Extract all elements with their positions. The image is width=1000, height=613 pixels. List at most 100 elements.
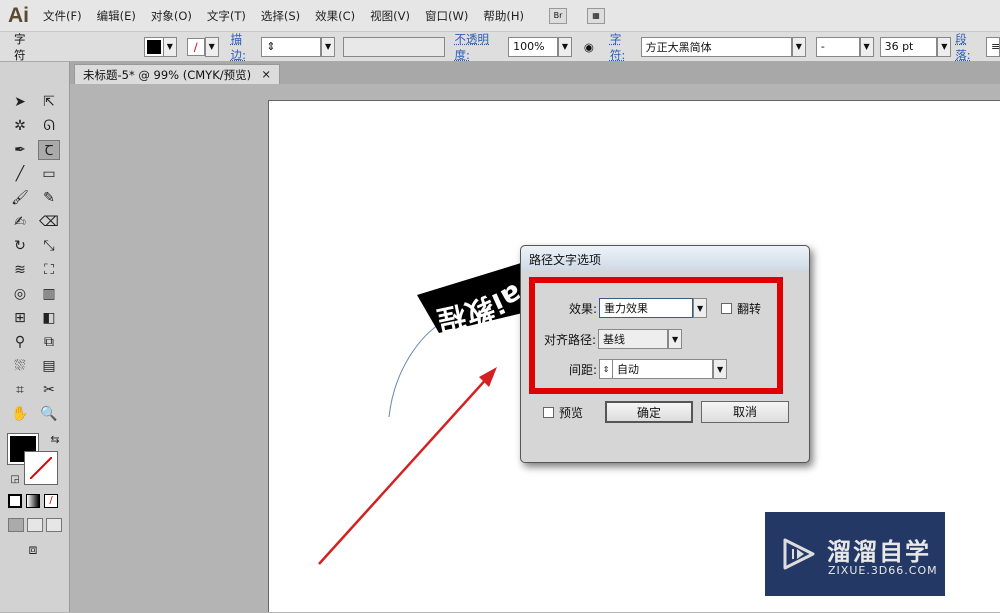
symbol-sprayer-tool-icon[interactable]: ⛆ xyxy=(9,356,31,376)
paintbrush-tool-icon[interactable]: 🖌 xyxy=(9,188,31,208)
opacity-label[interactable]: 不透明度: xyxy=(455,31,505,63)
brush-dropdown xyxy=(343,36,445,57)
effect-dropdown[interactable]: ▼ xyxy=(693,298,708,318)
shape-builder-tool-icon[interactable]: ◎ xyxy=(9,284,31,304)
draw-behind-icon[interactable] xyxy=(27,518,43,532)
opacity-input[interactable]: 100% xyxy=(508,36,558,57)
eraser-tool-icon[interactable]: ⌫ xyxy=(38,212,60,232)
pencil-tool-icon[interactable]: ✎ xyxy=(38,188,60,208)
ok-button[interactable]: 确定 xyxy=(605,401,693,423)
hand-tool-icon[interactable]: ✋ xyxy=(9,404,31,424)
draw-inside-icon[interactable] xyxy=(46,518,62,532)
font-family-input[interactable]: 方正大黑简体 xyxy=(640,36,792,57)
default-colors-icon[interactable]: ◲ xyxy=(4,470,26,490)
zoom-tool-icon[interactable]: 🔍 xyxy=(38,404,60,424)
screen-mode-icon[interactable]: ⧈ xyxy=(22,540,44,560)
graph-tool-icon[interactable]: ▤ xyxy=(38,356,60,376)
type-on-path-options-dialog: 路径文字选项 效果: 重力效果 ▼ 翻转 对齐路径: 基线 ▼ 间距: ⇕ 自动 ▼ … xyxy=(520,245,810,463)
pen-tool-icon[interactable]: ✒ xyxy=(9,140,31,160)
slice-tool-icon[interactable]: ✂ xyxy=(38,380,60,400)
stroke-dropdown[interactable]: ▼ xyxy=(204,36,219,57)
cancel-button[interactable]: 取消 xyxy=(701,401,789,423)
preview-checkbox[interactable] xyxy=(543,407,554,418)
menu-edit[interactable]: 编辑(E) xyxy=(97,8,136,24)
text-path[interactable] xyxy=(388,320,445,418)
app-logo: Ai xyxy=(8,3,29,27)
font-style-input[interactable]: - xyxy=(815,36,860,57)
watermark-name: 溜溜自学 xyxy=(827,538,931,566)
stroke-weight-input[interactable]: ⇕ xyxy=(261,36,322,57)
free-transform-tool-icon[interactable]: ⛶ xyxy=(38,260,60,280)
align-path-label: 对齐路径: xyxy=(544,332,597,347)
stroke-weight-dropdown[interactable]: ▼ xyxy=(321,36,335,57)
menu-type[interactable]: 文字(T) xyxy=(207,8,246,24)
menu-file[interactable]: 文件(F) xyxy=(43,8,82,24)
line-tool-icon[interactable]: ╱ xyxy=(9,164,31,184)
none-mode-icon[interactable]: / xyxy=(44,494,58,508)
eyedropper-tool-icon[interactable]: ⚲ xyxy=(9,332,31,352)
font-size-input[interactable]: 36 pt xyxy=(879,36,938,57)
perspective-grid-tool-icon[interactable]: ▥ xyxy=(38,284,60,304)
menu-window[interactable]: 窗口(W) xyxy=(425,8,468,24)
blob-brush-tool-icon[interactable]: ✍ xyxy=(9,212,31,232)
paragraph-label[interactable]: 段落: xyxy=(955,31,982,63)
warp-tool-icon[interactable]: ≋ xyxy=(9,260,31,280)
draw-mode-buttons xyxy=(8,518,62,532)
font-style-dropdown[interactable]: ▼ xyxy=(859,36,874,57)
stroke-swatch-none-icon[interactable]: / xyxy=(186,37,205,56)
magic-wand-tool-icon[interactable]: ✲ xyxy=(9,116,31,136)
menu-object[interactable]: 对象(O) xyxy=(151,8,192,24)
color-mode-icon[interactable] xyxy=(8,494,22,508)
align-left-icon[interactable]: ≡ xyxy=(985,36,1000,57)
flip-label: 翻转 xyxy=(737,301,762,316)
blend-tool-icon[interactable]: ⧉ xyxy=(38,332,60,352)
align-path-dropdown[interactable]: ▼ xyxy=(668,329,683,349)
rectangle-tool-icon[interactable]: ▭ xyxy=(38,164,60,184)
artboard-tool-icon[interactable]: ⌗ xyxy=(9,380,31,400)
rotate-tool-icon[interactable]: ↻ xyxy=(9,236,31,256)
align-path-select[interactable]: 基线 xyxy=(598,329,669,349)
workspace-switcher-icon[interactable]: ▦ xyxy=(586,7,605,24)
document-tab[interactable]: 未标题-5* @ 99% (CMYK/预览) × xyxy=(74,64,280,84)
control-bar: 字符 ▼ / ▼ 描边: ⇕ ▼ 不透明度: 100% ▼ ◉ 字符: 方正大黑简体 ▼… xyxy=(0,32,1000,62)
preview-label: 预览 xyxy=(559,406,584,420)
opacity-dropdown[interactable]: ▼ xyxy=(557,36,572,57)
direct-selection-tool-icon[interactable]: ⇱ xyxy=(38,92,60,112)
font-family-dropdown[interactable]: ▼ xyxy=(791,36,806,57)
stroke-label[interactable]: 描边: xyxy=(231,31,258,63)
menu-help[interactable]: 帮助(H) xyxy=(483,8,524,24)
scale-tool-icon[interactable]: ⤡ xyxy=(38,236,60,256)
draw-normal-icon[interactable] xyxy=(8,518,24,532)
color-mode-buttons: / xyxy=(8,494,58,508)
gradient-tool-icon[interactable]: ◧ xyxy=(38,308,60,328)
red-arrow xyxy=(318,375,490,565)
gradient-mode-icon[interactable] xyxy=(26,494,40,508)
fill-dropdown[interactable]: ▼ xyxy=(162,36,177,57)
play-logo-icon xyxy=(783,538,815,570)
menu-view[interactable]: 视图(V) xyxy=(370,8,410,24)
lasso-tool-icon[interactable]: ᘏ xyxy=(38,116,60,136)
swap-colors-icon[interactable]: ⇆ xyxy=(44,430,66,450)
spacing-input[interactable]: 自动 xyxy=(613,359,714,379)
stroke-color-none-icon[interactable] xyxy=(24,451,58,485)
font-size-dropdown[interactable]: ▼ xyxy=(937,36,952,57)
effect-select[interactable]: 重力效果 xyxy=(599,298,694,318)
tools-panel: ➤ ⇱ ✲ ᘏ ✒ Ꞇ ╱ ▭ 🖌 ✎ ✍ ⌫ ↻ ⤡ ≋ ⛶ ◎ ▥ ⊞ ◧ … xyxy=(0,62,70,612)
document-tab-title: 未标题-5* @ 99% (CMYK/预览) xyxy=(83,68,252,82)
close-icon[interactable]: × xyxy=(261,67,271,82)
character-label[interactable]: 字符: xyxy=(610,31,637,63)
spacing-stepper[interactable]: ⇕ xyxy=(599,359,614,379)
watermark-logo: 溜溜自学 ZIXUE.3D66.COM xyxy=(765,512,945,596)
bridge-button[interactable]: Br xyxy=(548,7,567,24)
fill-swatch[interactable] xyxy=(143,36,164,57)
flip-checkbox[interactable] xyxy=(721,302,733,314)
recolor-icon[interactable]: ◉ xyxy=(584,40,594,54)
spacing-label: 间距: xyxy=(569,362,598,377)
mesh-tool-icon[interactable]: ⊞ xyxy=(9,308,31,328)
selection-tool-icon[interactable]: ➤ xyxy=(9,92,31,112)
menu-select[interactable]: 选择(S) xyxy=(261,8,300,24)
menu-effect[interactable]: 效果(C) xyxy=(315,8,355,24)
effect-label: 效果: xyxy=(569,301,598,316)
spacing-dropdown[interactable]: ▼ xyxy=(713,359,728,379)
type-on-path-tool-icon[interactable]: Ꞇ xyxy=(38,140,60,160)
